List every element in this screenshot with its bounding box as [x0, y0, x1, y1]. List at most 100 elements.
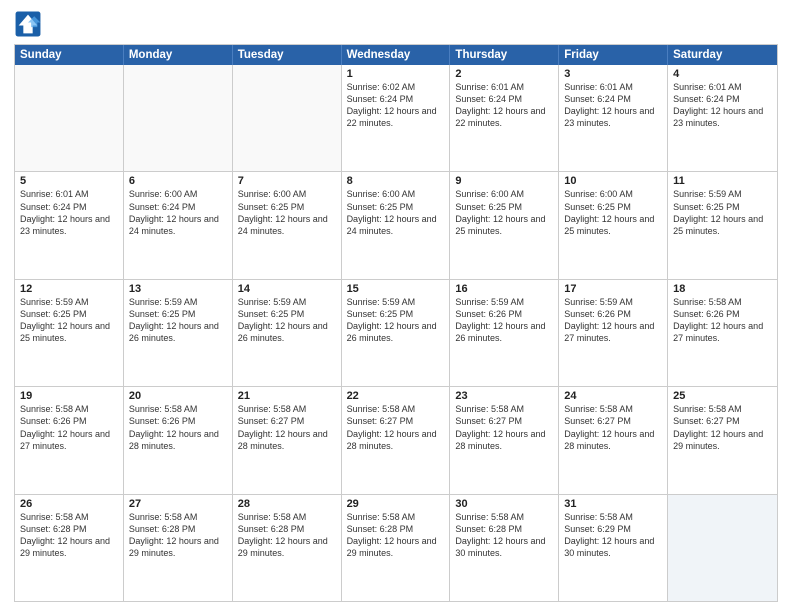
cal-cell: 13Sunrise: 5:59 AM Sunset: 6:25 PM Dayli…	[124, 280, 233, 386]
logo-icon	[14, 10, 42, 38]
header-day-tuesday: Tuesday	[233, 45, 342, 65]
cal-cell: 28Sunrise: 5:58 AM Sunset: 6:28 PM Dayli…	[233, 495, 342, 601]
cell-info: Sunrise: 5:58 AM Sunset: 6:29 PM Dayligh…	[564, 511, 662, 560]
cell-info: Sunrise: 5:58 AM Sunset: 6:27 PM Dayligh…	[347, 403, 445, 452]
cal-cell: 21Sunrise: 5:58 AM Sunset: 6:27 PM Dayli…	[233, 387, 342, 493]
cell-info: Sunrise: 5:58 AM Sunset: 6:28 PM Dayligh…	[129, 511, 227, 560]
day-number: 17	[564, 283, 662, 295]
week-4: 19Sunrise: 5:58 AM Sunset: 6:26 PM Dayli…	[15, 387, 777, 494]
day-number: 3	[564, 68, 662, 80]
day-number: 25	[673, 390, 772, 402]
week-2: 5Sunrise: 6:01 AM Sunset: 6:24 PM Daylig…	[15, 172, 777, 279]
cal-cell	[233, 65, 342, 171]
cal-cell: 8Sunrise: 6:00 AM Sunset: 6:25 PM Daylig…	[342, 172, 451, 278]
day-number: 21	[238, 390, 336, 402]
cal-cell: 25Sunrise: 5:58 AM Sunset: 6:27 PM Dayli…	[668, 387, 777, 493]
cal-cell: 1Sunrise: 6:02 AM Sunset: 6:24 PM Daylig…	[342, 65, 451, 171]
page: SundayMondayTuesdayWednesdayThursdayFrid…	[0, 0, 792, 612]
header-day-wednesday: Wednesday	[342, 45, 451, 65]
cell-info: Sunrise: 5:59 AM Sunset: 6:25 PM Dayligh…	[347, 296, 445, 345]
cell-info: Sunrise: 5:58 AM Sunset: 6:27 PM Dayligh…	[673, 403, 772, 452]
cell-info: Sunrise: 5:58 AM Sunset: 6:27 PM Dayligh…	[238, 403, 336, 452]
week-5: 26Sunrise: 5:58 AM Sunset: 6:28 PM Dayli…	[15, 495, 777, 601]
cell-info: Sunrise: 6:01 AM Sunset: 6:24 PM Dayligh…	[673, 81, 772, 130]
cell-info: Sunrise: 5:58 AM Sunset: 6:28 PM Dayligh…	[238, 511, 336, 560]
cell-info: Sunrise: 5:59 AM Sunset: 6:25 PM Dayligh…	[129, 296, 227, 345]
cal-cell: 19Sunrise: 5:58 AM Sunset: 6:26 PM Dayli…	[15, 387, 124, 493]
cal-cell: 22Sunrise: 5:58 AM Sunset: 6:27 PM Dayli…	[342, 387, 451, 493]
cal-cell: 14Sunrise: 5:59 AM Sunset: 6:25 PM Dayli…	[233, 280, 342, 386]
cell-info: Sunrise: 5:58 AM Sunset: 6:28 PM Dayligh…	[20, 511, 118, 560]
day-number: 7	[238, 175, 336, 187]
day-number: 14	[238, 283, 336, 295]
day-number: 26	[20, 498, 118, 510]
cal-cell: 12Sunrise: 5:59 AM Sunset: 6:25 PM Dayli…	[15, 280, 124, 386]
day-number: 13	[129, 283, 227, 295]
day-number: 19	[20, 390, 118, 402]
cell-info: Sunrise: 5:59 AM Sunset: 6:26 PM Dayligh…	[564, 296, 662, 345]
day-number: 20	[129, 390, 227, 402]
cell-info: Sunrise: 6:01 AM Sunset: 6:24 PM Dayligh…	[20, 188, 118, 237]
cell-info: Sunrise: 6:00 AM Sunset: 6:25 PM Dayligh…	[564, 188, 662, 237]
cell-info: Sunrise: 6:01 AM Sunset: 6:24 PM Dayligh…	[455, 81, 553, 130]
day-number: 30	[455, 498, 553, 510]
cal-cell: 2Sunrise: 6:01 AM Sunset: 6:24 PM Daylig…	[450, 65, 559, 171]
cal-cell: 23Sunrise: 5:58 AM Sunset: 6:27 PM Dayli…	[450, 387, 559, 493]
day-number: 18	[673, 283, 772, 295]
day-number: 11	[673, 175, 772, 187]
cell-info: Sunrise: 5:58 AM Sunset: 6:27 PM Dayligh…	[455, 403, 553, 452]
calendar-body: 1Sunrise: 6:02 AM Sunset: 6:24 PM Daylig…	[15, 65, 777, 601]
day-number: 15	[347, 283, 445, 295]
header	[14, 10, 778, 38]
day-number: 24	[564, 390, 662, 402]
cal-cell: 11Sunrise: 5:59 AM Sunset: 6:25 PM Dayli…	[668, 172, 777, 278]
day-number: 9	[455, 175, 553, 187]
cell-info: Sunrise: 5:59 AM Sunset: 6:25 PM Dayligh…	[673, 188, 772, 237]
cell-info: Sunrise: 5:58 AM Sunset: 6:27 PM Dayligh…	[564, 403, 662, 452]
day-number: 1	[347, 68, 445, 80]
day-number: 27	[129, 498, 227, 510]
cal-cell: 24Sunrise: 5:58 AM Sunset: 6:27 PM Dayli…	[559, 387, 668, 493]
day-number: 29	[347, 498, 445, 510]
cal-cell: 26Sunrise: 5:58 AM Sunset: 6:28 PM Dayli…	[15, 495, 124, 601]
cal-cell: 5Sunrise: 6:01 AM Sunset: 6:24 PM Daylig…	[15, 172, 124, 278]
cal-cell	[124, 65, 233, 171]
cal-cell: 17Sunrise: 5:59 AM Sunset: 6:26 PM Dayli…	[559, 280, 668, 386]
calendar-header: SundayMondayTuesdayWednesdayThursdayFrid…	[15, 45, 777, 65]
cell-info: Sunrise: 5:58 AM Sunset: 6:28 PM Dayligh…	[455, 511, 553, 560]
header-day-sunday: Sunday	[15, 45, 124, 65]
week-1: 1Sunrise: 6:02 AM Sunset: 6:24 PM Daylig…	[15, 65, 777, 172]
cell-info: Sunrise: 5:58 AM Sunset: 6:26 PM Dayligh…	[673, 296, 772, 345]
cell-info: Sunrise: 6:01 AM Sunset: 6:24 PM Dayligh…	[564, 81, 662, 130]
week-3: 12 Sunrise: 5:59 AM Sunset: 6:25 PM Dayli…	[15, 280, 777, 387]
day-number: 2	[455, 68, 553, 80]
day-number: 23	[455, 390, 553, 402]
day-number: 12	[20, 283, 118, 295]
day-number: 4	[673, 68, 772, 80]
cal-cell: 31Sunrise: 5:58 AM Sunset: 6:29 PM Dayli…	[559, 495, 668, 601]
calendar: SundayMondayTuesdayWednesdayThursdayFrid…	[14, 44, 778, 602]
cell-info: Sunrise: 5:58 AM Sunset: 6:26 PM Dayligh…	[20, 403, 118, 452]
cell-info: Sunrise: 6:00 AM Sunset: 6:25 PM Dayligh…	[455, 188, 553, 237]
cell-info: Sunrise: 6:02 AM Sunset: 6:24 PM Dayligh…	[347, 81, 445, 130]
cell-info: Sunrise: 6:00 AM Sunset: 6:24 PM Dayligh…	[129, 188, 227, 237]
cal-cell: 30Sunrise: 5:58 AM Sunset: 6:28 PM Dayli…	[450, 495, 559, 601]
day-number: 31	[564, 498, 662, 510]
cal-cell: 27Sunrise: 5:58 AM Sunset: 6:28 PM Dayli…	[124, 495, 233, 601]
cal-cell: 6Sunrise: 6:00 AM Sunset: 6:24 PM Daylig…	[124, 172, 233, 278]
day-number: 10	[564, 175, 662, 187]
cal-cell	[15, 65, 124, 171]
day-number: 16	[455, 283, 553, 295]
cal-cell: 20Sunrise: 5:58 AM Sunset: 6:26 PM Dayli…	[124, 387, 233, 493]
cal-cell: 3Sunrise: 6:01 AM Sunset: 6:24 PM Daylig…	[559, 65, 668, 171]
cell-info: Sunrise: 5:59 AM Sunset: 6:26 PM Dayligh…	[455, 296, 553, 345]
cell-info: Sunrise: 5:58 AM Sunset: 6:28 PM Dayligh…	[347, 511, 445, 560]
cal-cell: 16Sunrise: 5:59 AM Sunset: 6:26 PM Dayli…	[450, 280, 559, 386]
cell-info: Sunrise: 5:58 AM Sunset: 6:26 PM Dayligh…	[129, 403, 227, 452]
logo	[14, 10, 46, 38]
header-day-thursday: Thursday	[450, 45, 559, 65]
day-number: 5	[20, 175, 118, 187]
cal-cell: 9Sunrise: 6:00 AM Sunset: 6:25 PM Daylig…	[450, 172, 559, 278]
cal-cell	[668, 495, 777, 601]
day-number: 28	[238, 498, 336, 510]
